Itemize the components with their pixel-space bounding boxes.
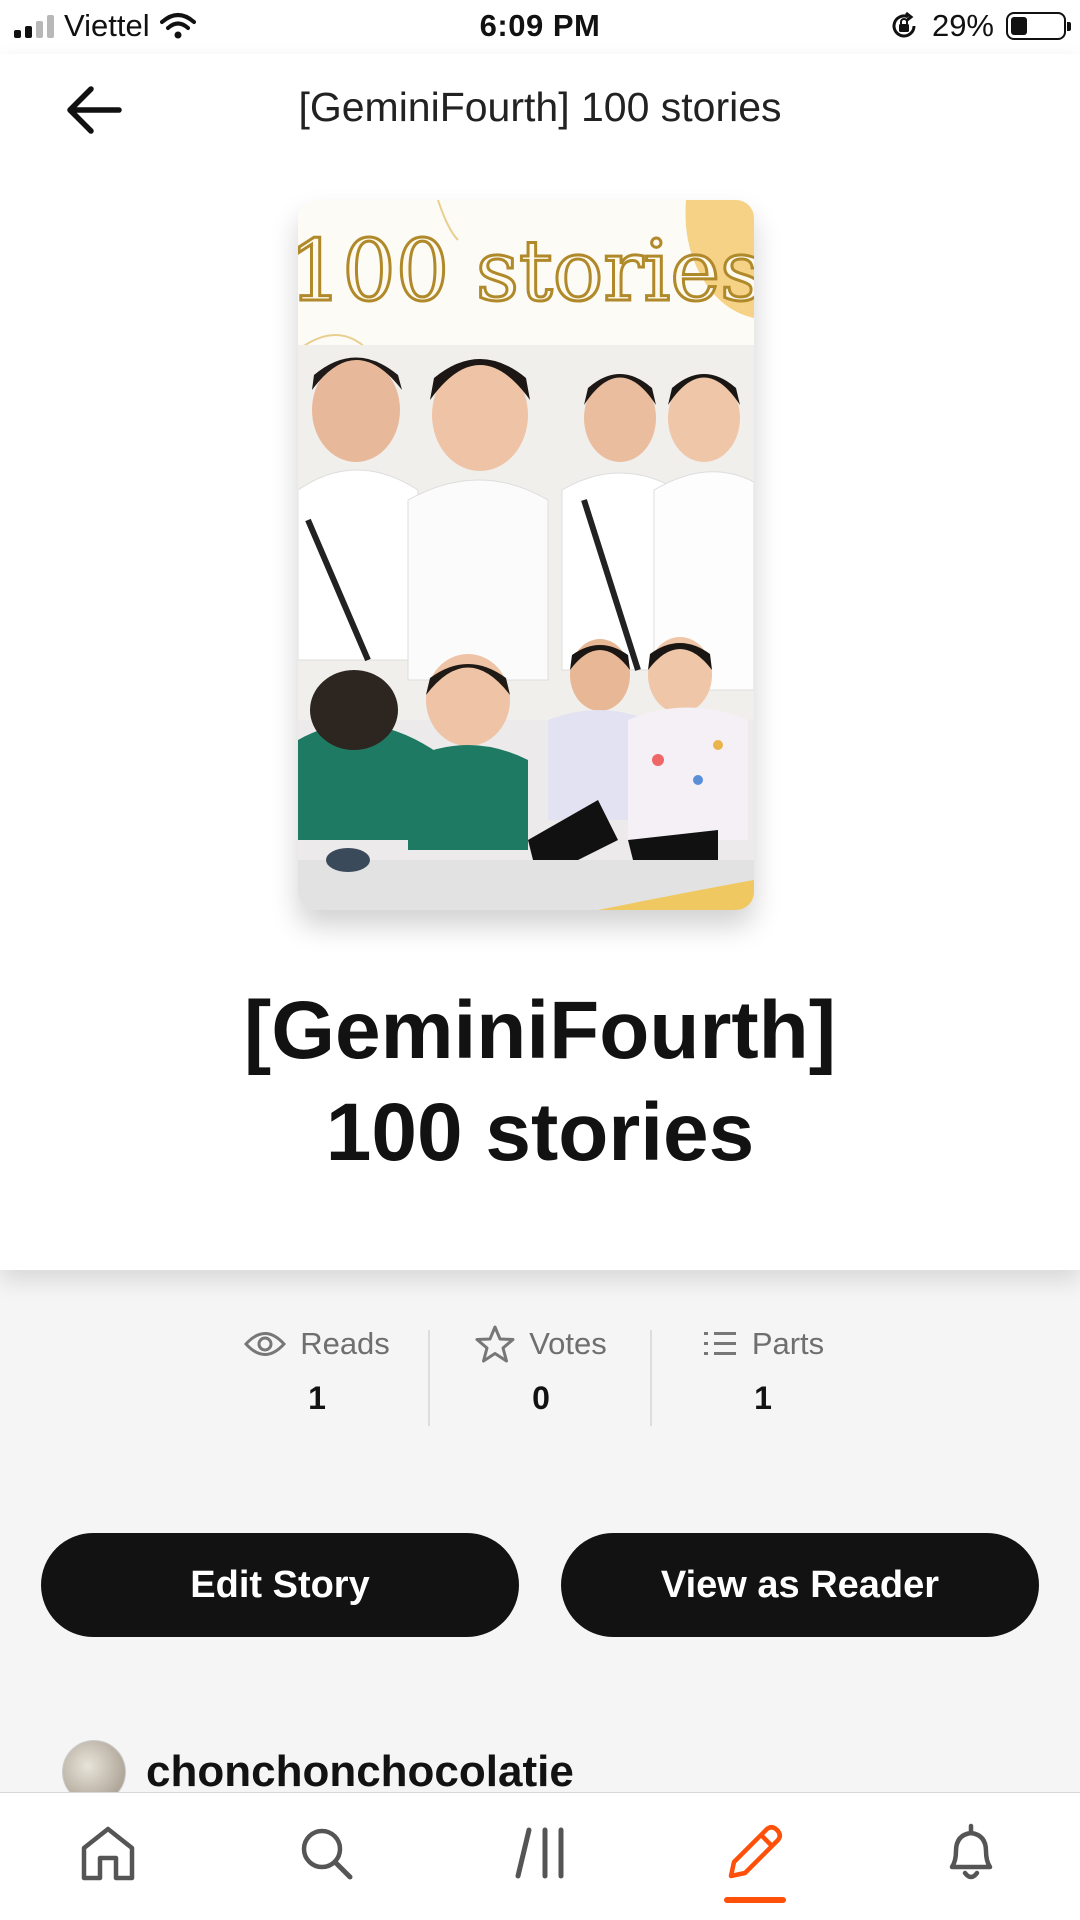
list-icon [703, 1332, 736, 1355]
stat-reads-label: Reads [300, 1326, 390, 1361]
author-username[interactable]: chonchonchocolatie [146, 1747, 574, 1797]
tab-write[interactable] [704, 1815, 804, 1903]
stat-votes: Votes 0 [430, 1316, 652, 1436]
battery-icon [1006, 12, 1071, 40]
cover-photo [298, 345, 754, 910]
nav-title: [GeminiFourth] 100 stories [298, 84, 782, 130]
stat-parts-value: 1 [754, 1380, 772, 1416]
tab-home[interactable] [58, 1815, 158, 1891]
star-icon [475, 1325, 515, 1363]
story-title-line1: [GeminiFourth] [243, 985, 837, 1076]
status-bar: Viettel 6:09 PM 29% [0, 0, 1080, 54]
tab-library[interactable] [492, 1815, 592, 1891]
story-header: [GeminiFourth] 100 stories 100 stories [… [0, 54, 1080, 1270]
stat-parts: Parts 1 [652, 1316, 874, 1436]
stat-reads-value: 1 [308, 1380, 326, 1416]
home-icon [81, 1826, 135, 1881]
library-icon [515, 1827, 564, 1879]
story-title: [GeminiFourth] 100 stories [60, 980, 1020, 1184]
cover-text: 100 stories [298, 222, 754, 320]
battery-fill [1011, 17, 1028, 35]
write-icon [728, 1825, 782, 1879]
orientation-lock-icon [892, 11, 916, 38]
status-right: 29% [888, 8, 1071, 44]
tab-search[interactable] [276, 1815, 376, 1891]
story-title-line2: 100 stories [325, 1087, 755, 1178]
active-tab-indicator [724, 1897, 786, 1903]
notifications-icon [949, 1823, 993, 1880]
stat-parts-label: Parts [751, 1326, 825, 1361]
stat-votes-label: Votes [529, 1326, 607, 1361]
story-stats: Reads 1 Votes 0 Parts 1 [0, 1316, 1080, 1436]
stat-votes-value: 0 [532, 1380, 550, 1416]
eye-icon [244, 1332, 287, 1356]
battery-percent: 29% [931, 8, 994, 43]
arrow-left-icon [67, 86, 122, 134]
view-as-reader-button[interactable]: View as Reader [561, 1533, 1039, 1637]
stat-reads: Reads 1 [206, 1316, 428, 1436]
story-details-screen: Viettel 6:09 PM 29% [GeminiFourth] 100 s… [0, 0, 1080, 1920]
back-button[interactable] [58, 74, 130, 146]
search-icon [301, 1828, 353, 1880]
tab-notifications[interactable] [921, 1815, 1021, 1891]
edit-story-button[interactable]: Edit Story [41, 1533, 519, 1637]
cover-image: 100 stories [298, 200, 754, 910]
story-cover[interactable]: 100 stories [298, 200, 754, 910]
bottom-nav [0, 1792, 1080, 1920]
